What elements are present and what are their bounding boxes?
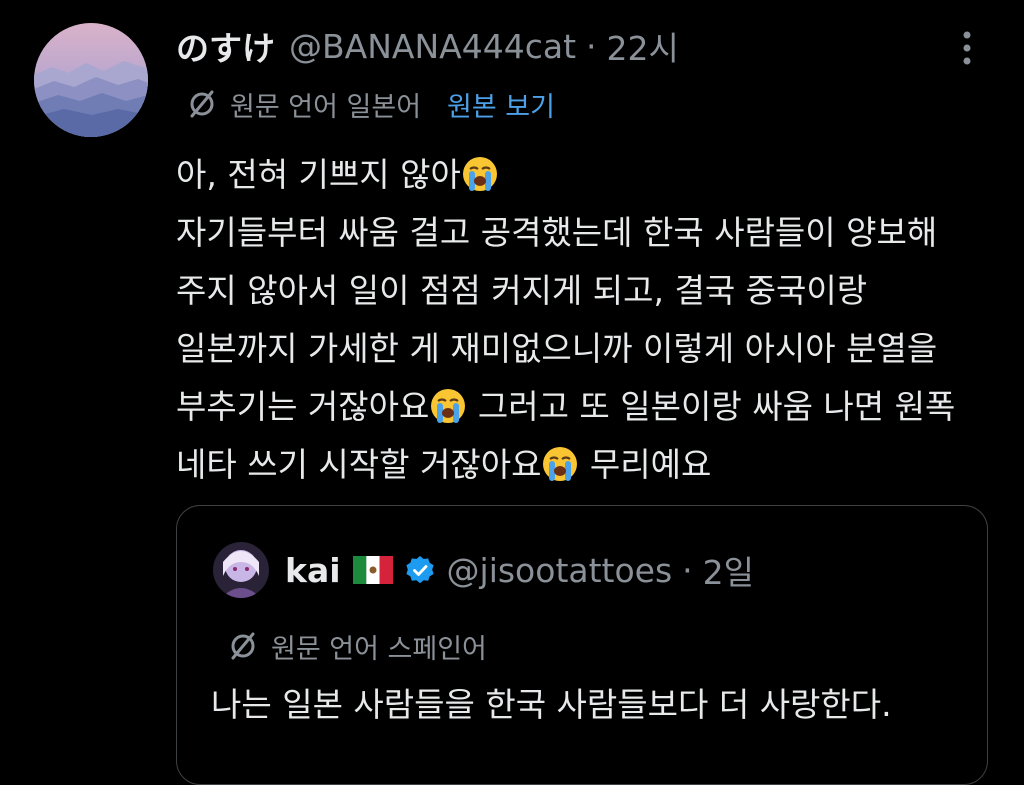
- tweet-line: 부추기는 거잖아요 그러고 또 일본이랑 싸움 나면 원폭: [176, 378, 1006, 436]
- quoted-user-handle[interactable]: @jisootattoes: [447, 551, 673, 590]
- tweet-line-text: 무리예요: [579, 445, 712, 484]
- source-language-label: 원문 언어 일본어: [230, 91, 422, 123]
- tweet-line-text: 그러고 또 일본이랑 싸움 나면 원폭: [467, 387, 956, 426]
- view-original-link[interactable]: 원본 보기: [447, 85, 555, 124]
- tweet-line-text: 네타 쓰기 시작할 거잖아요: [176, 445, 542, 484]
- quoted-timestamp[interactable]: 2일: [703, 546, 754, 594]
- timestamp[interactable]: 22시: [607, 22, 679, 70]
- loudly-crying-face-icon: [462, 157, 497, 191]
- more-options-button[interactable]: [950, 26, 984, 70]
- quoted-source-language-label: 원문 언어 스페인어: [271, 633, 487, 665]
- tweet-line: 아, 전혀 기쁘지 않아: [176, 146, 1006, 204]
- tweet-header: のすけ @BANANA444cat · 22시: [176, 22, 679, 70]
- user-handle[interactable]: @BANANA444cat: [289, 27, 576, 66]
- quoted-translation-notice: 원문 언어 스페인어: [227, 626, 487, 666]
- quoted-tweet-text: 나는 일본 사람들을 한국 사람들보다 더 사랑한다.: [211, 685, 892, 724]
- quoted-avatar[interactable]: [213, 542, 269, 598]
- mountain-landscape-avatar: [34, 23, 148, 137]
- tweet-line: 일본까지 가세한 게 재미없으니까 이렇게 아시아 분열을: [176, 329, 938, 368]
- loudly-crying-face-icon: [431, 389, 466, 423]
- translation-notice: 원문 언어 일본어 원본 보기: [186, 84, 555, 124]
- tweet-line: 주지 않아서 일이 점점 커지게 되고, 결국 중국이랑: [176, 271, 868, 310]
- display-name[interactable]: のすけ: [176, 22, 275, 70]
- tweet-line-text: 아, 전혀 기쁘지 않아: [176, 155, 461, 194]
- tweet-line: 네타 쓰기 시작할 거잖아요 무리예요: [176, 436, 1006, 494]
- translate-icon: [227, 630, 259, 662]
- quoted-display-name[interactable]: kai: [285, 551, 341, 590]
- quoted-tweet-header: kai @jisootattoes · 2일: [285, 546, 754, 594]
- separator-dot: ·: [586, 26, 597, 66]
- mexico-flag-icon: [352, 556, 393, 584]
- tweet-line: 자기들부터 싸움 걸고 공격했는데 한국 사람들이 양보해: [176, 213, 938, 252]
- loudly-crying-face-icon: [543, 447, 578, 481]
- quoted-tweet-card[interactable]: kai @jisootattoes · 2일 원문 언어 스페인어 나는 일본 …: [176, 505, 988, 785]
- translate-icon: [186, 88, 218, 120]
- vertical-ellipsis-icon: [963, 31, 971, 65]
- separator-dot: ·: [682, 550, 693, 590]
- tweet-text: 아, 전혀 기쁘지 않아 자기들부터 싸움 걸고 공격했는데 한국 사람들이 양…: [176, 146, 1006, 494]
- verified-badge-icon: [405, 555, 435, 585]
- avatar[interactable]: [34, 23, 148, 137]
- tweet-line-text: 부추기는 거잖아요: [176, 387, 430, 426]
